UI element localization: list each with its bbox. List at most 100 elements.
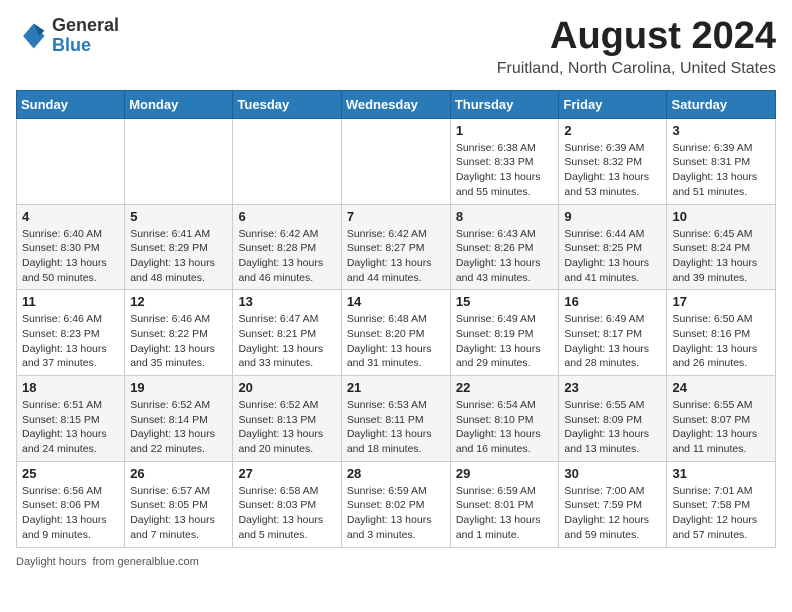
calendar-header-saturday: Saturday: [667, 90, 776, 118]
calendar-cell: 5 Sunrise: 6:41 AM Sunset: 8:29 PM Daylig…: [125, 204, 233, 290]
day-number: 11: [22, 294, 119, 309]
day-number: 30: [564, 466, 661, 481]
day-number: 3: [672, 123, 770, 138]
calendar-header-wednesday: Wednesday: [341, 90, 450, 118]
daylight-label: Daylight hours: [16, 556, 86, 568]
logo: General Blue: [16, 16, 119, 56]
day-number: 24: [672, 380, 770, 395]
day-info: Sunrise: 7:01 AM Sunset: 7:58 PM Dayligh…: [672, 484, 770, 543]
calendar-cell: 14 Sunrise: 6:48 AM Sunset: 8:20 PM Dayli…: [341, 290, 450, 376]
source: generalblue.com: [118, 556, 199, 568]
calendar-cell: 9 Sunrise: 6:44 AM Sunset: 8:25 PM Daylig…: [559, 204, 667, 290]
logo-general-text: General: [52, 15, 119, 35]
day-number: 29: [456, 466, 554, 481]
logo-blue-text: Blue: [52, 35, 91, 55]
day-number: 26: [130, 466, 227, 481]
day-number: 21: [347, 380, 445, 395]
calendar-cell: 13 Sunrise: 6:47 AM Sunset: 8:21 PM Dayli…: [233, 290, 341, 376]
calendar-cell: 1 Sunrise: 6:38 AM Sunset: 8:33 PM Daylig…: [450, 118, 559, 204]
footer-note: Daylight hours from generalblue.com: [16, 556, 776, 568]
day-info: Sunrise: 6:49 AM Sunset: 8:17 PM Dayligh…: [564, 312, 661, 371]
day-number: 16: [564, 294, 661, 309]
day-number: 13: [238, 294, 335, 309]
calendar-cell: 24 Sunrise: 6:55 AM Sunset: 8:07 PM Dayli…: [667, 376, 776, 462]
day-number: 18: [22, 380, 119, 395]
calendar-cell: 10Sunrise: 6:45 AM Sunset: 8:24 PM Dayli…: [667, 204, 776, 290]
day-number: 1: [456, 123, 554, 138]
day-info: Sunrise: 6:52 AM Sunset: 8:13 PM Dayligh…: [238, 398, 335, 457]
calendar-week-2: 11Sunrise: 6:46 AM Sunset: 8:23 PM Dayli…: [17, 290, 776, 376]
day-number: 6: [238, 209, 335, 224]
day-info: Sunrise: 6:46 AM Sunset: 8:22 PM Dayligh…: [130, 312, 227, 371]
calendar-week-1: 4 Sunrise: 6:40 AM Sunset: 8:30 PM Daylig…: [17, 204, 776, 290]
calendar-header-sunday: Sunday: [17, 90, 125, 118]
day-info: Sunrise: 6:39 AM Sunset: 8:32 PM Dayligh…: [564, 141, 661, 200]
day-info: Sunrise: 7:00 AM Sunset: 7:59 PM Dayligh…: [564, 484, 661, 543]
day-info: Sunrise: 6:50 AM Sunset: 8:16 PM Dayligh…: [672, 312, 770, 371]
day-number: 9: [564, 209, 661, 224]
day-info: Sunrise: 6:55 AM Sunset: 8:07 PM Dayligh…: [672, 398, 770, 457]
title-area: August 2024 Fruitland, North Carolina, U…: [497, 16, 776, 78]
calendar-header-monday: Monday: [125, 90, 233, 118]
day-number: 25: [22, 466, 119, 481]
calendar-cell: 8Sunrise: 6:43 AM Sunset: 8:26 PM Daylig…: [450, 204, 559, 290]
day-info: Sunrise: 6:55 AM Sunset: 8:09 PM Dayligh…: [564, 398, 661, 457]
day-number: 12: [130, 294, 227, 309]
day-number: 5: [130, 209, 227, 224]
day-number: 28: [347, 466, 445, 481]
location: Fruitland, North Carolina, United States: [497, 60, 776, 78]
day-info: Sunrise: 6:53 AM Sunset: 8:11 PM Dayligh…: [347, 398, 445, 457]
calendar-cell: 29Sunrise: 6:59 AM Sunset: 8:01 PM Dayli…: [450, 461, 559, 547]
day-info: Sunrise: 6:48 AM Sunset: 8:20 PM Dayligh…: [347, 312, 445, 371]
day-number: 15: [456, 294, 554, 309]
day-info: Sunrise: 6:49 AM Sunset: 8:19 PM Dayligh…: [456, 312, 554, 371]
day-number: 4: [22, 209, 119, 224]
calendar-cell: 7 Sunrise: 6:42 AM Sunset: 8:27 PM Daylig…: [341, 204, 450, 290]
calendar-cell: 18 Sunrise: 6:51 AM Sunset: 8:15 PM Dayli…: [17, 376, 125, 462]
calendar-header-thursday: Thursday: [450, 90, 559, 118]
calendar-cell: [341, 118, 450, 204]
calendar-cell: 25Sunrise: 6:56 AM Sunset: 8:06 PM Dayli…: [17, 461, 125, 547]
calendar-cell: 26 Sunrise: 6:57 AM Sunset: 8:05 PM Dayli…: [125, 461, 233, 547]
calendar-header-row: SundayMondayTuesdayWednesdayThursdayFrid…: [17, 90, 776, 118]
day-number: 10: [672, 209, 770, 224]
day-info: Sunrise: 6:51 AM Sunset: 8:15 PM Dayligh…: [22, 398, 119, 457]
calendar-cell: 16 Sunrise: 6:49 AM Sunset: 8:17 PM Dayli…: [559, 290, 667, 376]
day-info: Sunrise: 6:54 AM Sunset: 8:10 PM Dayligh…: [456, 398, 554, 457]
day-number: 22: [456, 380, 554, 395]
day-info: Sunrise: 6:38 AM Sunset: 8:33 PM Dayligh…: [456, 141, 554, 200]
calendar-week-3: 18 Sunrise: 6:51 AM Sunset: 8:15 PM Dayli…: [17, 376, 776, 462]
day-info: Sunrise: 6:59 AM Sunset: 8:02 PM Dayligh…: [347, 484, 445, 543]
calendar-cell: 30 Sunrise: 7:00 AM Sunset: 7:59 PM Dayli…: [559, 461, 667, 547]
month-year: August 2024: [497, 16, 776, 58]
calendar-cell: 12 Sunrise: 6:46 AM Sunset: 8:22 PM Dayli…: [125, 290, 233, 376]
calendar-cell: 6Sunrise: 6:42 AM Sunset: 8:28 PM Daylig…: [233, 204, 341, 290]
calendar: SundayMondayTuesdayWednesdayThursdayFrid…: [16, 90, 776, 548]
calendar-week-4: 25Sunrise: 6:56 AM Sunset: 8:06 PM Dayli…: [17, 461, 776, 547]
day-info: Sunrise: 6:44 AM Sunset: 8:25 PM Dayligh…: [564, 227, 661, 286]
calendar-cell: 19Sunrise: 6:52 AM Sunset: 8:14 PM Dayli…: [125, 376, 233, 462]
day-number: 7: [347, 209, 445, 224]
day-info: Sunrise: 6:57 AM Sunset: 8:05 PM Dayligh…: [130, 484, 227, 543]
day-info: Sunrise: 6:40 AM Sunset: 8:30 PM Dayligh…: [22, 227, 119, 286]
day-info: Sunrise: 6:43 AM Sunset: 8:26 PM Dayligh…: [456, 227, 554, 286]
logo-icon: [16, 20, 48, 52]
calendar-cell: 11Sunrise: 6:46 AM Sunset: 8:23 PM Dayli…: [17, 290, 125, 376]
calendar-cell: 17 Sunrise: 6:50 AM Sunset: 8:16 PM Dayli…: [667, 290, 776, 376]
calendar-cell: 20 Sunrise: 6:52 AM Sunset: 8:13 PM Dayli…: [233, 376, 341, 462]
day-info: Sunrise: 6:42 AM Sunset: 8:27 PM Dayligh…: [347, 227, 445, 286]
day-info: Sunrise: 6:47 AM Sunset: 8:21 PM Dayligh…: [238, 312, 335, 371]
day-number: 27: [238, 466, 335, 481]
calendar-cell: 22 Sunrise: 6:54 AM Sunset: 8:10 PM Dayli…: [450, 376, 559, 462]
day-number: 14: [347, 294, 445, 309]
day-number: 17: [672, 294, 770, 309]
calendar-cell: 23 Sunrise: 6:55 AM Sunset: 8:09 PM Dayli…: [559, 376, 667, 462]
calendar-cell: 27Sunrise: 6:58 AM Sunset: 8:03 PM Dayli…: [233, 461, 341, 547]
day-info: Sunrise: 6:41 AM Sunset: 8:29 PM Dayligh…: [130, 227, 227, 286]
day-number: 20: [238, 380, 335, 395]
calendar-header-friday: Friday: [559, 90, 667, 118]
day-number: 23: [564, 380, 661, 395]
day-info: Sunrise: 6:39 AM Sunset: 8:31 PM Dayligh…: [672, 141, 770, 200]
calendar-cell: 28 Sunrise: 6:59 AM Sunset: 8:02 PM Dayli…: [341, 461, 450, 547]
calendar-cell: [17, 118, 125, 204]
